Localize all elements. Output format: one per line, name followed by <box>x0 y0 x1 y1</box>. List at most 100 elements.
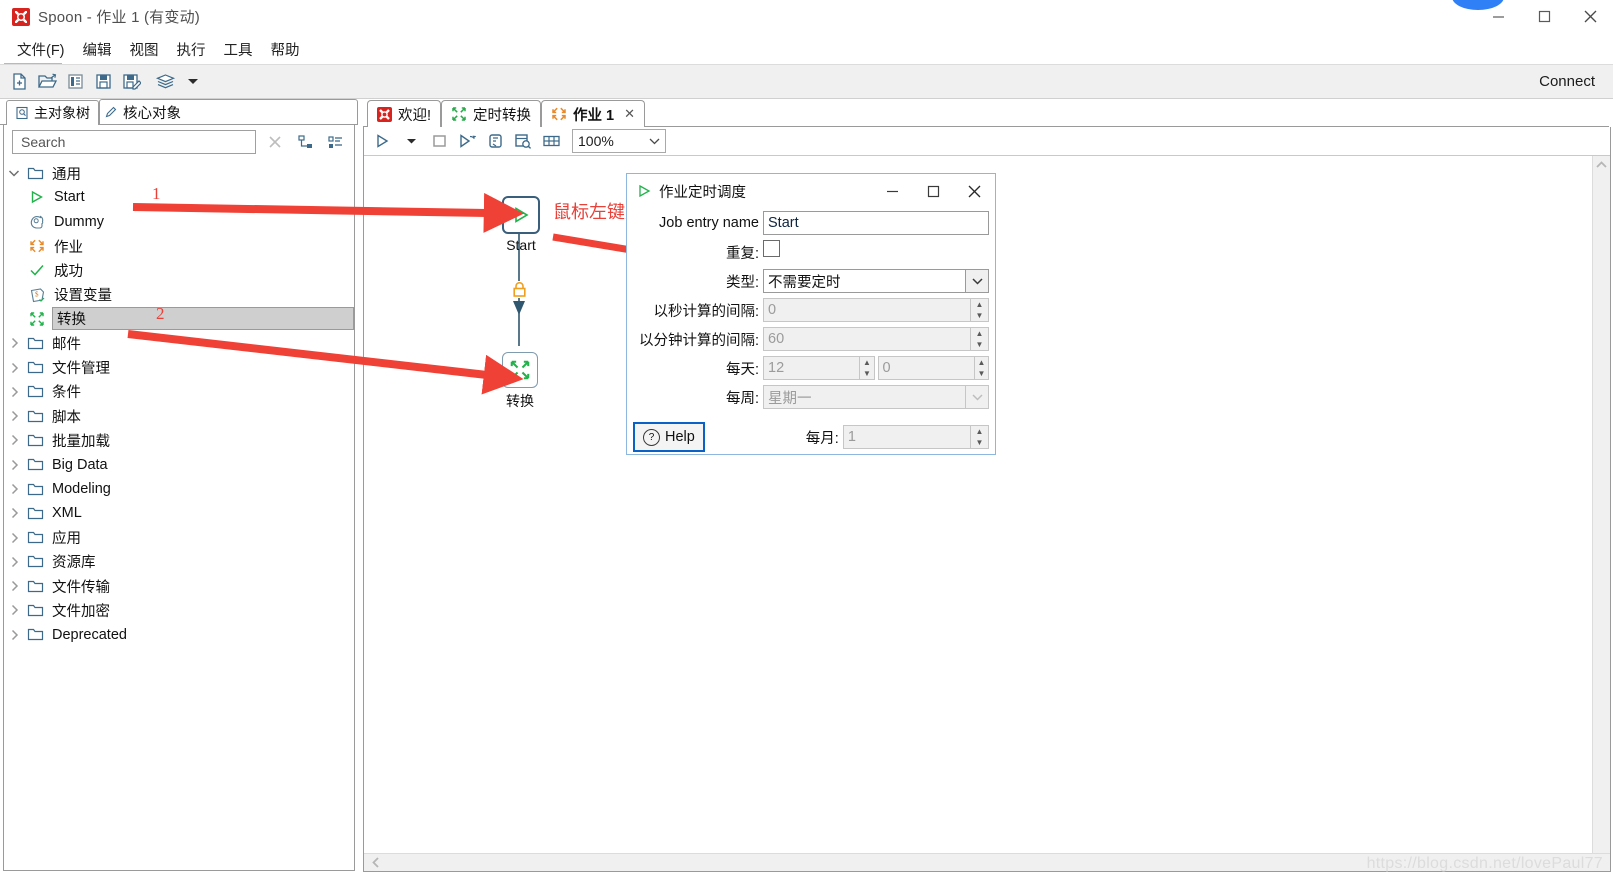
run-icon[interactable] <box>370 129 396 153</box>
spinner-up-icon[interactable]: ▲ <box>971 299 988 310</box>
tab-main-object-tree[interactable]: 主对象树 <box>6 100 99 125</box>
tree-item-row[interactable]: Dummy <box>4 210 354 234</box>
repeat-checkbox[interactable] <box>763 240 780 257</box>
stop-icon[interactable] <box>426 129 452 153</box>
tab-welcome[interactable]: 欢迎! <box>367 100 442 127</box>
tree-folder-row[interactable]: 通用 <box>4 161 354 185</box>
chevron-down-icon[interactable] <box>4 169 24 178</box>
zoom-level-select[interactable]: 100% <box>572 129 666 153</box>
chevron-right-icon[interactable] <box>4 556 24 568</box>
tree-folder-row[interactable]: 资源库 <box>4 550 354 574</box>
tab-job-1-close-icon[interactable]: ✕ <box>624 106 635 122</box>
dialog-close-button[interactable] <box>954 174 995 208</box>
inspect-icon[interactable] <box>510 129 536 153</box>
node-transform[interactable]: 转换 <box>502 352 538 411</box>
chevron-down-icon[interactable] <box>180 69 206 95</box>
chevron-right-icon[interactable] <box>4 434 24 446</box>
chevron-right-icon[interactable] <box>4 483 24 495</box>
menu-view[interactable]: 视图 <box>121 36 168 63</box>
tree-item-row[interactable]: 成功 <box>4 258 354 282</box>
node-start-box[interactable] <box>502 196 540 234</box>
job-scheduling-dialog[interactable]: 作业定时调度 Job entry name Start 重复: 类型: 不需要定时 以秒… <box>626 173 996 455</box>
daily-hour-field-minutes[interactable]: 0 <box>877 356 975 380</box>
chevron-right-icon[interactable] <box>4 580 24 592</box>
grid-icon[interactable] <box>538 129 564 153</box>
node-transform-box[interactable] <box>502 352 538 388</box>
spinner-up-icon[interactable]: ▲ <box>975 357 988 368</box>
window-maximize-button[interactable] <box>1521 0 1567 33</box>
interval-seconds-field[interactable]: 0 <box>763 298 971 322</box>
chevron-right-icon[interactable] <box>4 459 24 471</box>
spinner-down-icon[interactable]: ▼ <box>860 368 873 379</box>
chevron-left-icon[interactable] <box>370 856 381 869</box>
weekly-select[interactable]: 星期一 <box>763 385 966 409</box>
help-button[interactable]: ? Help <box>633 422 705 452</box>
chevron-right-icon[interactable] <box>4 410 24 422</box>
chevron-right-icon[interactable] <box>4 337 24 349</box>
tree-folder-row[interactable]: 邮件 <box>4 331 354 355</box>
spinner-up-icon[interactable]: ▲ <box>971 328 988 339</box>
tab-core-objects[interactable]: 核心对象 <box>99 99 358 125</box>
job-entry-name-field[interactable]: Start <box>763 211 989 235</box>
spinner-buttons[interactable]: ▲ ▼ <box>971 425 989 449</box>
tree-folder-row[interactable]: 条件 <box>4 380 354 404</box>
spinner-up-icon[interactable]: ▲ <box>860 357 873 368</box>
tree-item-row[interactable]: Start <box>4 185 354 209</box>
tree-folder-row[interactable]: XML <box>4 501 354 525</box>
node-start[interactable]: Start <box>502 196 540 253</box>
dialog-minimize-button[interactable] <box>872 174 913 208</box>
menu-file[interactable]: 文件(F) <box>8 36 74 63</box>
spinner-buttons[interactable]: ▲ ▼ <box>974 356 989 380</box>
type-select[interactable]: 不需要定时 <box>763 269 966 293</box>
save-as-icon[interactable] <box>118 69 144 95</box>
tab-scheduled-transform[interactable]: 定时转换 <box>441 100 542 127</box>
spinner-buttons[interactable]: ▲ ▼ <box>971 327 989 351</box>
menu-help[interactable]: 帮助 <box>262 36 309 63</box>
chevron-right-icon[interactable] <box>4 629 24 641</box>
search-input-wrapper[interactable] <box>12 130 256 154</box>
tree-folder-row[interactable]: 文件传输 <box>4 574 354 598</box>
search-input[interactable] <box>19 133 249 151</box>
chevron-right-icon[interactable] <box>4 532 24 544</box>
menu-run[interactable]: 执行 <box>168 36 215 63</box>
tree-item-row[interactable]: $ 设置变量 <box>4 282 354 306</box>
window-close-button[interactable] <box>1567 0 1613 33</box>
new-file-icon[interactable] <box>6 69 32 95</box>
tree-item-row[interactable]: 作业 <box>4 234 354 258</box>
spinner-buttons[interactable]: ▲ ▼ <box>971 298 989 322</box>
daily-hour-field[interactable]: 12 <box>763 356 861 380</box>
clear-search-icon[interactable] <box>264 131 286 153</box>
tree-folder-row[interactable]: Big Data <box>4 453 354 477</box>
tab-job-1[interactable]: 作业 1 ✕ <box>541 100 646 127</box>
debug-icon[interactable] <box>482 129 508 153</box>
tree-folder-row[interactable]: 文件管理 <box>4 355 354 379</box>
chevron-down-icon[interactable] <box>966 269 989 293</box>
chevron-right-icon[interactable] <box>4 362 24 374</box>
open-folder-icon[interactable] <box>34 69 60 95</box>
tree-folder-row[interactable]: 批量加载 <box>4 428 354 452</box>
chevron-down-icon[interactable] <box>966 385 989 409</box>
tree-folder-row[interactable]: 应用 <box>4 525 354 549</box>
dialog-maximize-button[interactable] <box>913 174 954 208</box>
monthly-field[interactable]: 1 <box>842 425 971 449</box>
tree-folder-row[interactable]: Deprecated <box>4 623 354 647</box>
explorer-icon[interactable] <box>62 69 88 95</box>
connect-button[interactable]: Connect <box>1539 73 1595 90</box>
spinner-up-icon[interactable]: ▲ <box>971 426 988 437</box>
spinner-buttons[interactable]: ▲ ▼ <box>860 356 875 380</box>
preview-icon[interactable] <box>454 129 480 153</box>
interval-minutes-field[interactable]: 60 <box>763 327 971 351</box>
spinner-down-icon[interactable]: ▼ <box>971 437 988 448</box>
chevron-right-icon[interactable] <box>4 507 24 519</box>
chevron-up-icon[interactable] <box>1595 160 1608 170</box>
core-objects-tree[interactable]: 通用 Start Dummy 作业 成功 $ 设置变量 转换 邮件 文件管理 条件 脚本 批量加载 Big… <box>4 159 354 870</box>
chevron-right-icon[interactable] <box>4 604 24 616</box>
canvas-vertical-scrollbar[interactable] <box>1592 156 1610 853</box>
spinner-down-icon[interactable]: ▼ <box>971 310 988 321</box>
tree-folder-row[interactable]: Modeling <box>4 477 354 501</box>
spinner-down-icon[interactable]: ▼ <box>971 339 988 350</box>
layers-icon[interactable] <box>152 69 178 95</box>
menu-edit[interactable]: 编辑 <box>74 36 121 63</box>
collapse-tree-icon[interactable] <box>324 131 346 153</box>
spinner-down-icon[interactable]: ▼ <box>975 368 988 379</box>
